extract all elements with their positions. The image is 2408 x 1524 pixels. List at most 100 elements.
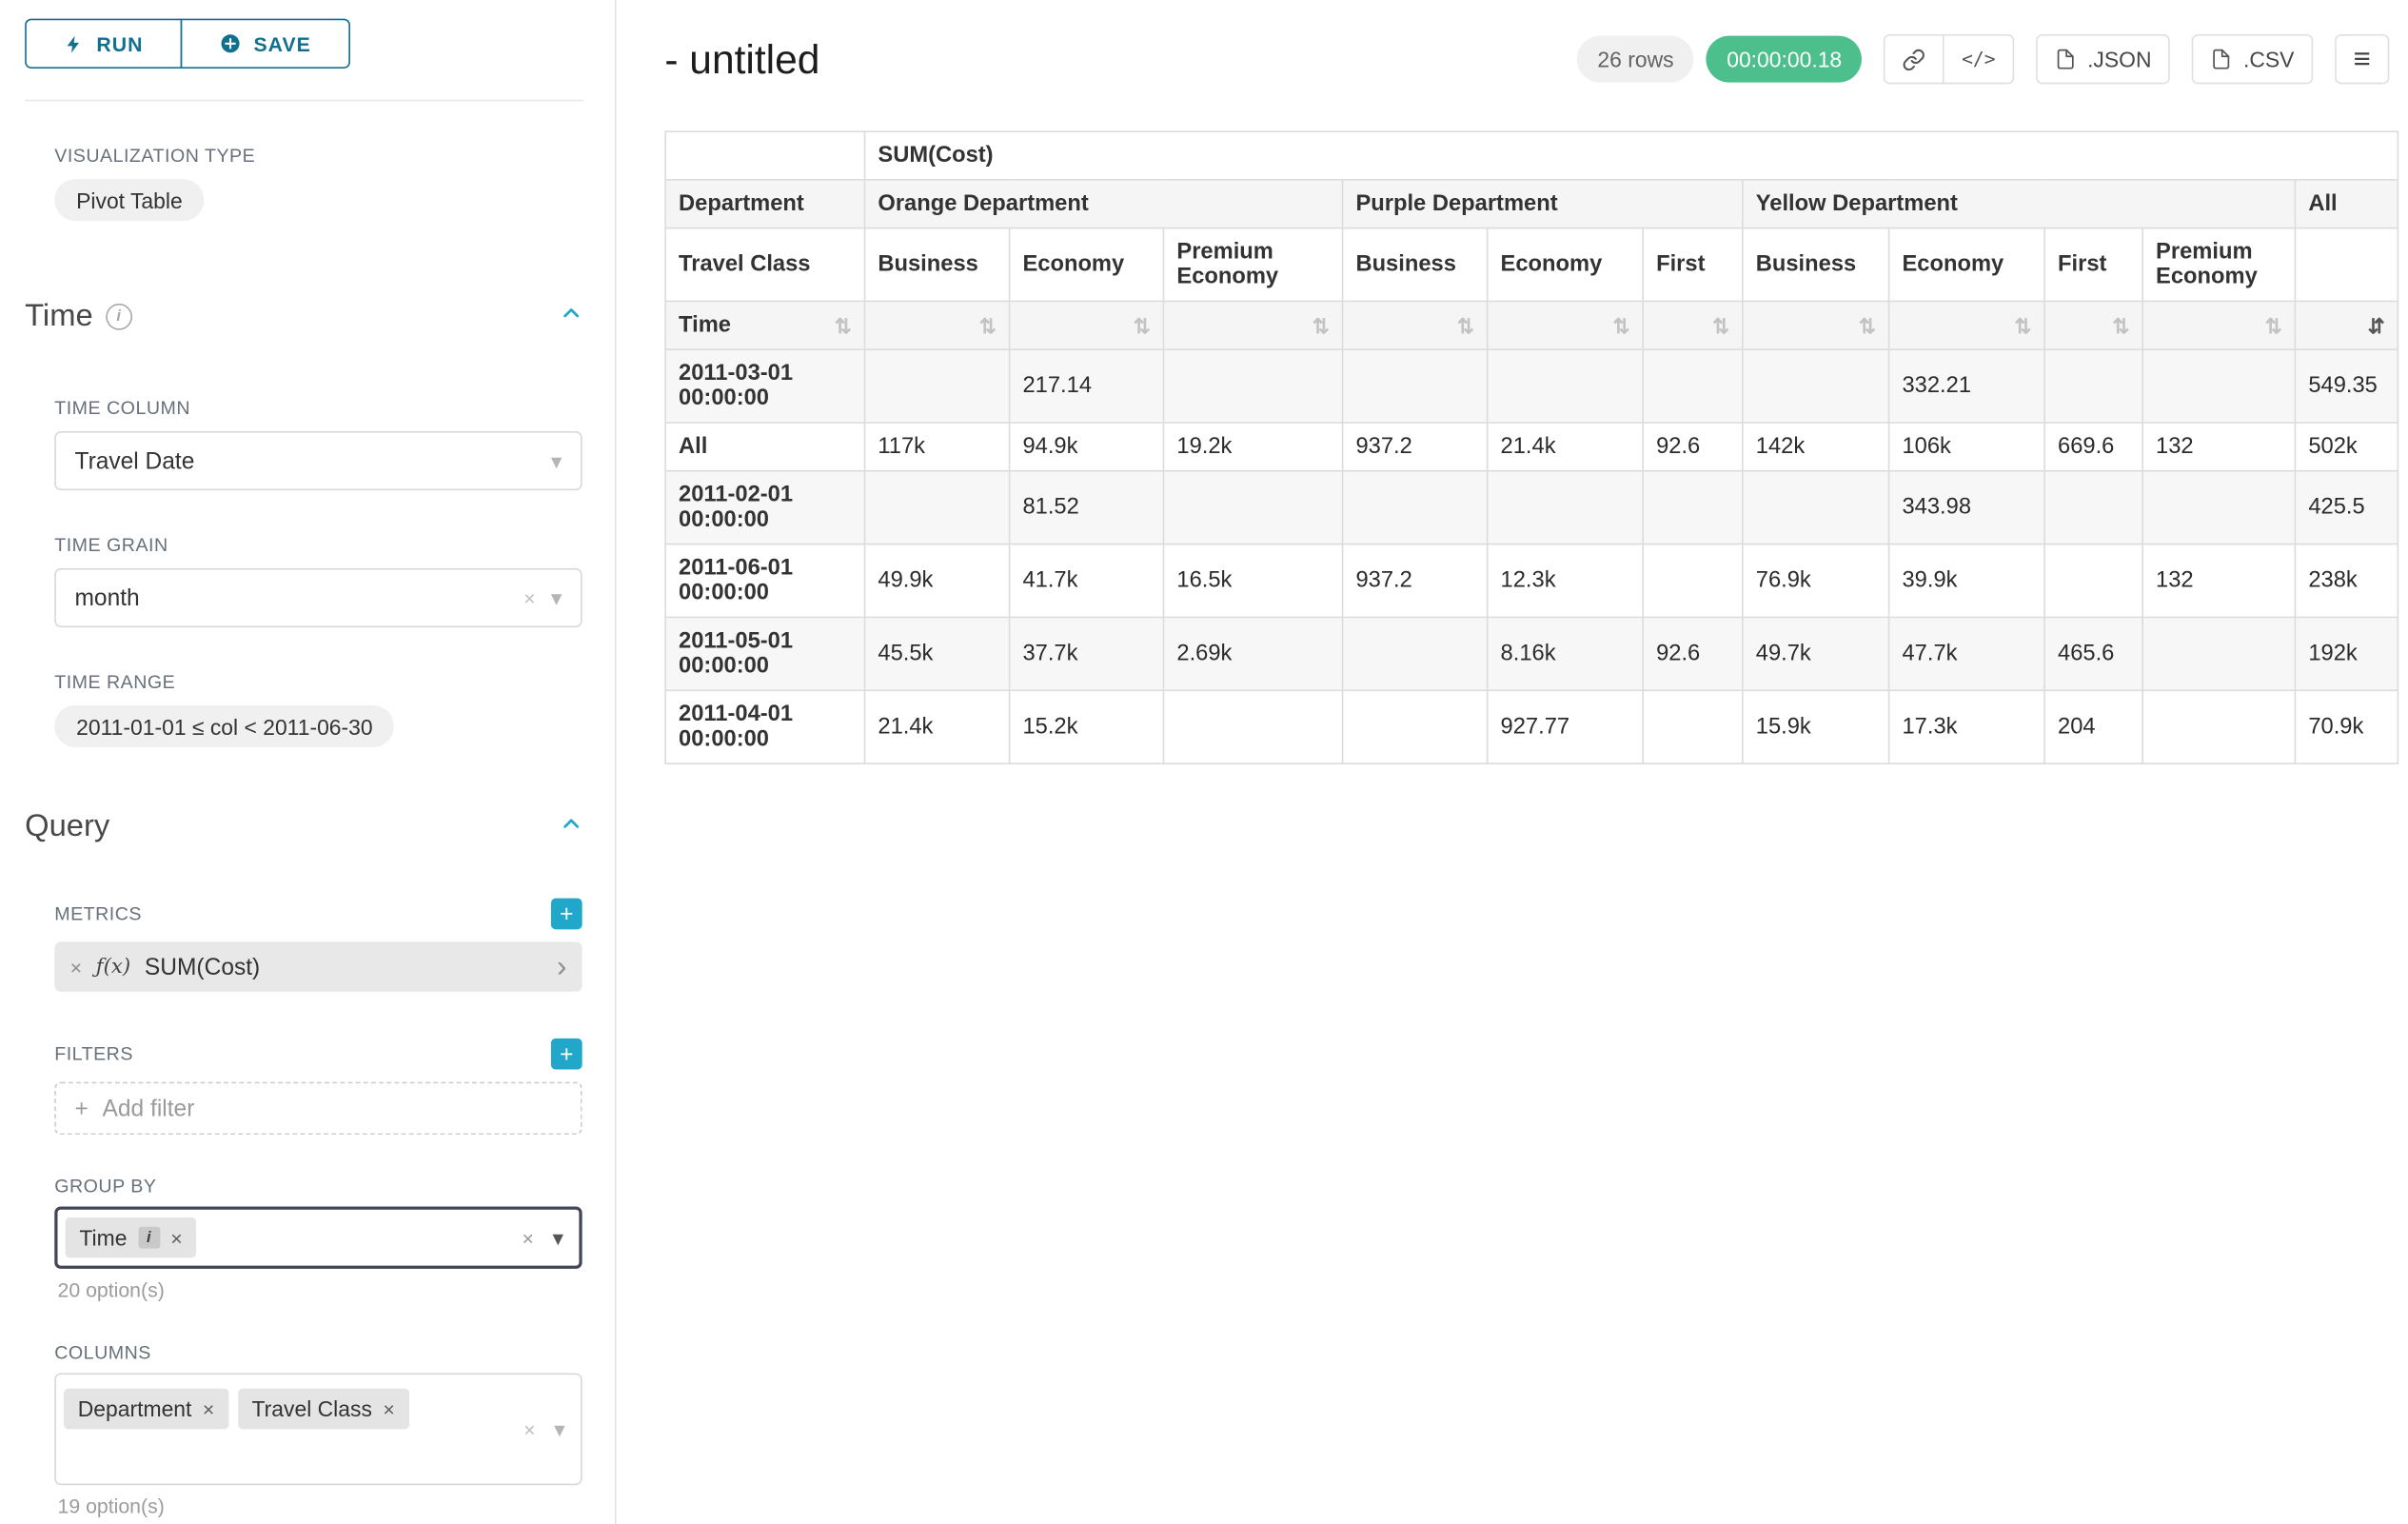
- value-cell: 16.5k: [1163, 544, 1342, 618]
- row-label-cell: 2011-03-01 00:00:00: [665, 349, 864, 423]
- value-cell: 70.9k: [2295, 690, 2398, 763]
- column-sort-header[interactable]: ⇅: [1889, 301, 2045, 349]
- value-cell: 669.6: [2044, 423, 2142, 471]
- column-sort-header[interactable]: ⇅: [1643, 301, 1743, 349]
- sort-icon[interactable]: ⇅: [1712, 315, 1729, 335]
- embed-code-button[interactable]: </>: [1943, 34, 2014, 84]
- value-cell: 49.9k: [864, 544, 1009, 618]
- chevron-right-icon[interactable]: ›: [557, 952, 566, 981]
- column-sort-header[interactable]: ⇵: [2295, 301, 2398, 349]
- column-sort-header[interactable]: ⇅: [1488, 301, 1644, 349]
- save-button[interactable]: SAVE: [181, 19, 350, 69]
- columns-pill-container: Department×Travel Class×: [64, 1396, 418, 1423]
- chart-header: - untitled 26 rows 00:00:00.18 </> .JSON: [617, 0, 2408, 93]
- caret-down-icon[interactable]: ▾: [551, 450, 562, 472]
- value-cell: 502k: [2295, 423, 2398, 471]
- sidebar-scroll-area[interactable]: Chart Type VISUALIZATION TYPE Pivot Tabl…: [0, 0, 615, 1524]
- column-sort-header[interactable]: ⇅: [1163, 301, 1342, 349]
- sort-descending-icon[interactable]: ⇵: [2368, 315, 2385, 335]
- remove-pill-icon[interactable]: ×: [383, 1398, 394, 1418]
- chart-title[interactable]: - untitled: [664, 35, 819, 84]
- file-icon: [2055, 49, 2077, 70]
- value-cell: [1643, 690, 1743, 763]
- pill-label: Time: [79, 1225, 127, 1250]
- travel-class-cell: Premium Economy: [2142, 228, 2295, 302]
- sort-icon[interactable]: ⇅: [2112, 315, 2129, 335]
- info-icon: i: [138, 1227, 160, 1249]
- value-cell: 343.98: [1889, 471, 2045, 544]
- group-by-label: GROUP BY: [54, 1176, 583, 1197]
- value-cell: [1163, 690, 1342, 763]
- row-count-badge: 26 rows: [1577, 36, 1694, 83]
- export-json-button[interactable]: .JSON: [2036, 34, 2170, 84]
- sort-icon[interactable]: ⇅: [1859, 315, 1876, 335]
- chevron-up-icon[interactable]: [559, 809, 583, 845]
- selected-option-pill[interactable]: Department×: [64, 1389, 228, 1430]
- row-label-cell: 2011-02-01 00:00:00: [665, 471, 864, 544]
- menu-button[interactable]: ≡: [2335, 34, 2389, 84]
- column-sort-header[interactable]: ⇅: [1010, 301, 1164, 349]
- time-row-label: Time: [679, 313, 731, 338]
- column-sort-header[interactable]: ⇅: [2142, 301, 2295, 349]
- export-csv-button[interactable]: .CSV: [2192, 34, 2313, 84]
- remove-pill-icon[interactable]: ×: [170, 1228, 182, 1248]
- value-cell: 142k: [1743, 423, 1889, 471]
- chart-area: - untitled 26 rows 00:00:00.18 </> .JSON: [617, 0, 2408, 1524]
- value-cell: 332.21: [1889, 349, 2045, 423]
- clear-icon[interactable]: ×: [523, 1419, 535, 1439]
- row-label-cell: 2011-04-01 00:00:00: [665, 690, 864, 763]
- columns-select[interactable]: Department× Travel Class × × ▾: [54, 1373, 582, 1485]
- time-section-header[interactable]: Time i: [25, 299, 583, 335]
- add-filter-plus-button[interactable]: +: [551, 1039, 582, 1070]
- add-filter-button[interactable]: + Add filter: [54, 1082, 582, 1136]
- add-metric-button[interactable]: +: [551, 899, 582, 930]
- sort-icon[interactable]: ⇅: [1612, 315, 1629, 335]
- plus-icon: +: [75, 1096, 89, 1122]
- column-sort-header[interactable]: ⇅: [1343, 301, 1488, 349]
- value-cell: 92.6: [1643, 617, 1743, 690]
- time-section-title: Time: [25, 299, 92, 335]
- table-row: 2011-05-01 00:00:0045.5k37.7k2.69k8.16k9…: [665, 617, 2398, 690]
- export-csv-group: .CSV: [2192, 34, 2313, 84]
- copy-link-button[interactable]: [1884, 34, 1944, 84]
- metric-pill[interactable]: × ƒ(x) SUM(Cost) ›: [54, 941, 582, 991]
- clear-icon[interactable]: ×: [522, 1228, 533, 1248]
- value-cell: 937.2: [1343, 423, 1488, 471]
- table-row: 2011-06-01 00:00:0049.9k41.7k16.5k937.21…: [665, 544, 2398, 618]
- selected-option-pill[interactable]: Timei ×: [66, 1217, 197, 1258]
- time-range-value[interactable]: 2011-01-01 ≤ col < 2011-06-30: [54, 705, 394, 747]
- value-cell: [1343, 617, 1488, 690]
- caret-down-icon[interactable]: ▾: [553, 1227, 563, 1249]
- query-section-header[interactable]: Query: [25, 809, 583, 845]
- group-by-select[interactable]: Timei × × ▾: [54, 1206, 582, 1268]
- link-icon: [1903, 48, 1926, 71]
- caret-down-icon[interactable]: ▾: [551, 587, 562, 609]
- run-button[interactable]: RUN: [25, 19, 182, 69]
- sort-icon[interactable]: ⇅: [979, 315, 997, 335]
- visualization-type-value[interactable]: Pivot Table: [54, 179, 204, 221]
- sort-icon[interactable]: ⇅: [1134, 315, 1151, 335]
- remove-pill-icon[interactable]: ×: [203, 1398, 214, 1418]
- department-label-cell: Department: [665, 180, 864, 228]
- sort-icon[interactable]: ⇅: [2265, 315, 2282, 335]
- value-cell: 92.6: [1643, 423, 1743, 471]
- export-json-group: .JSON: [2036, 34, 2170, 84]
- travel-class-cell: Business: [864, 228, 1009, 302]
- remove-metric-icon[interactable]: ×: [70, 955, 82, 979]
- column-sort-header[interactable]: ⇅: [1743, 301, 1889, 349]
- sort-icon[interactable]: ⇅: [1457, 315, 1474, 335]
- selected-option-pill[interactable]: Travel Class ×: [238, 1389, 409, 1430]
- column-sort-header[interactable]: ⇅: [2044, 301, 2142, 349]
- pill-label: Travel Class: [252, 1396, 372, 1421]
- chevron-up-icon[interactable]: [559, 299, 583, 335]
- sort-icon[interactable]: ⇅: [2014, 315, 2031, 335]
- time-column-label: TIME COLUMN: [54, 397, 583, 419]
- column-sort-header[interactable]: ⇅: [864, 301, 1009, 349]
- sort-icon[interactable]: ⇅: [835, 315, 852, 335]
- time-sort-header[interactable]: Time ⇅: [665, 301, 864, 349]
- time-column-select[interactable]: Travel Date ▾: [54, 431, 582, 490]
- caret-down-icon[interactable]: ▾: [554, 1418, 564, 1440]
- sort-icon[interactable]: ⇅: [1313, 315, 1330, 335]
- clear-icon[interactable]: ×: [523, 587, 535, 607]
- time-grain-select[interactable]: month × ▾: [54, 568, 582, 627]
